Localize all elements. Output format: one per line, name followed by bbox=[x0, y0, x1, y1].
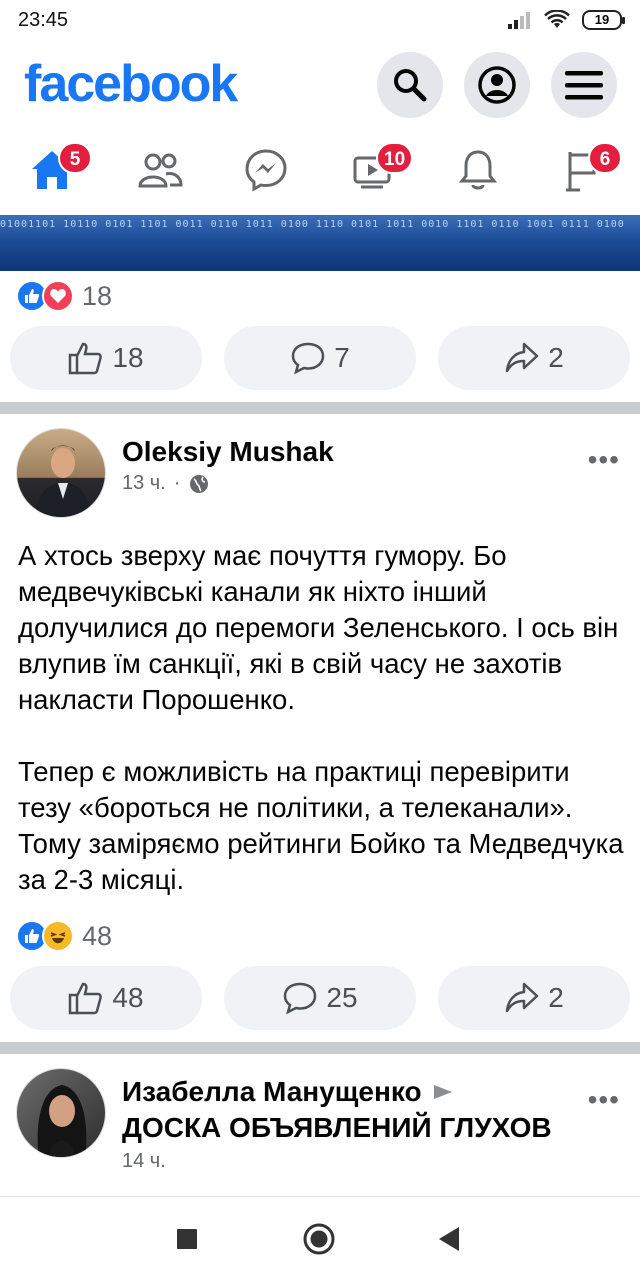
post2-author[interactable]: Oleksiy Mushak bbox=[122, 436, 334, 468]
post2-time[interactable]: 13 ч. bbox=[122, 472, 166, 495]
post2-text: А хтось зверху має почуття гумору. Бо ме… bbox=[18, 538, 626, 934]
post2-paragraph-2: Тепер є можливість на практиці перевірит… bbox=[18, 756, 624, 895]
post3-header: Изабелла Манущенко bbox=[122, 1076, 454, 1108]
android-nav-bar bbox=[0, 1196, 640, 1280]
post2-share-count: 2 bbox=[548, 982, 564, 1013]
post2-reactions[interactable]: 48 bbox=[16, 920, 112, 952]
author-photo bbox=[35, 445, 91, 517]
post2-share-button[interactable]: 2 bbox=[438, 966, 630, 1030]
post2-comment-count: 25 bbox=[326, 982, 358, 1013]
globe-icon bbox=[190, 474, 209, 493]
post2-like-button[interactable]: 48 bbox=[10, 966, 202, 1030]
comment-icon bbox=[284, 982, 317, 1015]
home-badge: 5 bbox=[58, 142, 92, 174]
meta-dot: · bbox=[173, 472, 181, 494]
love-reaction-icon bbox=[42, 280, 74, 312]
author-avatar[interactable] bbox=[16, 1068, 106, 1158]
app-header: facebook bbox=[0, 40, 640, 130]
facebook-logo[interactable]: facebook bbox=[24, 54, 238, 114]
post1-comment-count: 7 bbox=[334, 342, 350, 373]
battery-indicator: 19 bbox=[582, 10, 625, 30]
feed-separator bbox=[0, 402, 640, 414]
tab-notifications[interactable] bbox=[446, 140, 510, 200]
signal-icon bbox=[508, 12, 530, 29]
back-icon[interactable] bbox=[437, 1225, 461, 1253]
search-button[interactable] bbox=[377, 52, 443, 118]
tab-home[interactable]: 5 bbox=[20, 140, 92, 200]
post1-like-button[interactable]: 18 bbox=[10, 326, 202, 390]
like-icon bbox=[69, 982, 103, 1015]
post1-share-button[interactable]: 2 bbox=[438, 326, 630, 390]
author-photo bbox=[37, 1085, 87, 1157]
tab-pages[interactable]: 6 bbox=[552, 140, 622, 200]
post3-meta: 14 ч. bbox=[122, 1150, 166, 1173]
post3-group[interactable]: ДОСКА ОБЪЯВЛЕНИЙ ГЛУХОВ bbox=[122, 1112, 552, 1144]
post1-share-count: 2 bbox=[548, 342, 564, 373]
post2-paragraph-1: А хтось зверху має почуття гумору. Бо ме… bbox=[18, 540, 619, 715]
menu-icon bbox=[565, 71, 603, 100]
post1-reaction-count: 18 bbox=[82, 280, 113, 311]
post2-more-button[interactable]: ••• bbox=[588, 444, 620, 476]
post3-author[interactable]: Изабелла Манущенко bbox=[122, 1076, 422, 1108]
post1-comment-button[interactable]: 7 bbox=[224, 326, 416, 390]
post2-like-count: 48 bbox=[112, 982, 144, 1013]
tab-friends[interactable] bbox=[128, 140, 192, 200]
post-image-pattern: 01001101 10110 0101 1101 0011 0110 1011 … bbox=[0, 219, 625, 230]
profile-icon bbox=[478, 66, 516, 104]
status-bar: 23:45 19 bbox=[0, 0, 640, 40]
like-icon bbox=[69, 342, 103, 375]
profile-button[interactable] bbox=[464, 52, 530, 118]
post1-like-count: 18 bbox=[112, 342, 144, 373]
wifi-icon bbox=[544, 10, 570, 28]
post2-meta: 13 ч. · bbox=[122, 472, 210, 495]
tab-watch[interactable]: 10 bbox=[340, 140, 414, 200]
post2-comment-button[interactable]: 25 bbox=[224, 966, 416, 1030]
pages-badge: 6 bbox=[588, 142, 622, 174]
post2-reaction-count: 48 bbox=[82, 920, 113, 951]
status-icons: 19 bbox=[508, 10, 625, 30]
friends-icon bbox=[138, 153, 183, 188]
tab-messenger[interactable] bbox=[234, 140, 298, 200]
post2-actions: 48 25 2 bbox=[10, 966, 630, 1030]
post-image[interactable]: 01001101 10110 0101 1101 0011 0110 1011 … bbox=[0, 215, 640, 271]
status-time: 23:45 bbox=[18, 9, 69, 31]
haha-reaction-icon bbox=[42, 920, 74, 952]
search-icon bbox=[394, 69, 427, 102]
post1-reactions[interactable]: 18 bbox=[16, 280, 112, 312]
recents-icon[interactable] bbox=[175, 1227, 199, 1251]
menu-button[interactable] bbox=[551, 52, 617, 118]
share-icon bbox=[505, 342, 539, 373]
nav-tabs: 5 10 6 bbox=[0, 130, 640, 210]
video-badge: 10 bbox=[376, 142, 414, 174]
post1-actions: 18 7 2 bbox=[10, 326, 630, 390]
arrow-right-icon bbox=[433, 1085, 452, 1099]
post3-more-button[interactable]: ••• bbox=[588, 1084, 620, 1116]
comment-icon bbox=[291, 342, 325, 375]
bell-icon bbox=[458, 150, 498, 190]
post3-time[interactable]: 14 ч. bbox=[122, 1150, 166, 1173]
author-avatar[interactable] bbox=[16, 428, 106, 518]
feed-separator bbox=[0, 1042, 640, 1054]
home-circle-icon[interactable] bbox=[302, 1222, 336, 1256]
messenger-icon bbox=[245, 149, 287, 192]
share-icon bbox=[505, 982, 539, 1013]
